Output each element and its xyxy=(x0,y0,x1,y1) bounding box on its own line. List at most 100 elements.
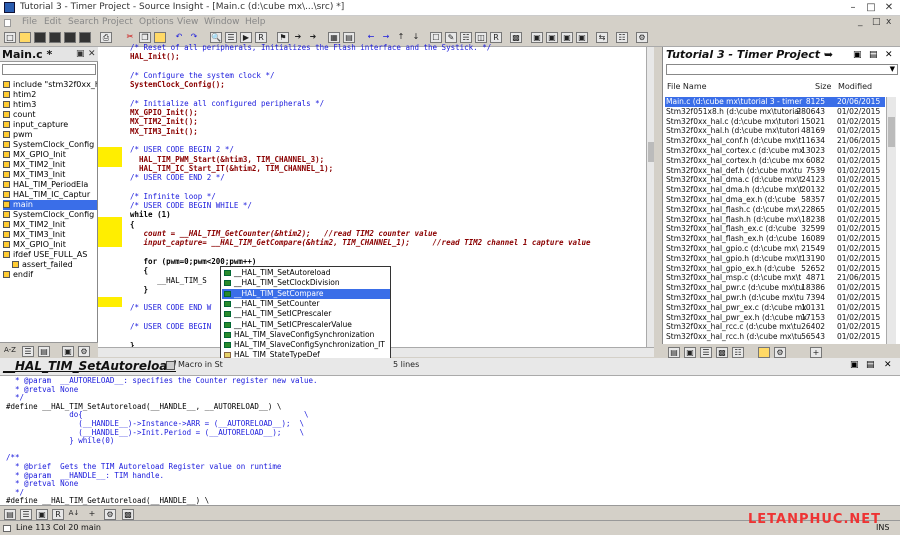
replace-icon[interactable]: R xyxy=(255,32,267,43)
symbol-item[interactable]: HAL_TIM_IC_Captur xyxy=(3,190,97,200)
window-list-icon[interactable]: ▦ xyxy=(328,32,340,43)
symbol-item[interactable]: MX_GPIO_Init xyxy=(3,240,97,250)
symbol-item[interactable]: endif xyxy=(3,270,97,280)
file-row[interactable]: Stm32f0xx_hal_dma_ex.h (d:\cube 58357 01/0… xyxy=(665,195,885,205)
file-row[interactable]: Stm32f0xx_hal_flash_ex.c (d:\cube 32599 01… xyxy=(665,224,885,234)
layout1-icon[interactable]: ▣ xyxy=(531,32,543,43)
save-all-icon[interactable] xyxy=(49,32,61,43)
project-symbols-icon[interactable]: ▣ xyxy=(684,347,696,358)
project-scrollbar[interactable] xyxy=(886,97,896,344)
context-add-icon[interactable]: + xyxy=(86,509,98,520)
forward-icon[interactable]: → xyxy=(380,32,392,43)
menu-search[interactable]: Search xyxy=(68,17,99,27)
autocomplete-item[interactable]: __HAL_TIM_SetCompare xyxy=(222,288,390,299)
context-list-icon[interactable]: ☰ xyxy=(20,509,32,520)
file-row[interactable]: Stm32f0xx_hal_pwr.c (d:\cube mx\tu 18386 0… xyxy=(665,283,885,293)
browse-icon[interactable]: ☐ xyxy=(430,32,442,43)
project-options-icon[interactable]: ⚙ xyxy=(774,347,786,358)
file-row[interactable]: Stm32f0xx_hal_cortex.c (d:\cube mx 13023 0… xyxy=(665,146,885,156)
context-replace-icon[interactable]: R xyxy=(52,509,64,520)
save-copy-icon[interactable] xyxy=(64,32,76,43)
context-pin-icon[interactable]: ▣ xyxy=(850,360,859,370)
menu-options[interactable]: Options xyxy=(139,17,174,27)
menu-help[interactable]: Help xyxy=(245,17,266,27)
symbol-item[interactable]: htim3 xyxy=(3,100,97,110)
context-settings-icon[interactable]: ⚙ xyxy=(104,509,116,520)
jump-back-icon[interactable]: ➔ xyxy=(292,32,304,43)
symbol-item[interactable]: MX_TIM2_Init xyxy=(3,220,97,230)
minimize-button[interactable]: – xyxy=(846,2,860,13)
layout3-icon[interactable]: ▣ xyxy=(561,32,573,43)
menu-project[interactable]: Project xyxy=(102,17,133,27)
symbol-item[interactable]: SystemClock_Config xyxy=(3,210,97,220)
menu-file[interactable]: File xyxy=(22,17,37,27)
redo-icon[interactable]: ↷ xyxy=(188,32,200,43)
group-icon[interactable]: ☰ xyxy=(22,346,34,357)
file-row[interactable]: Stm32f0xx_hal_pwr.h (d:\cube mx\tu 7394 01… xyxy=(665,293,885,303)
lookup-icon[interactable]: ▩ xyxy=(510,32,522,43)
sync-icon[interactable]: ⇆ xyxy=(596,32,608,43)
layout2-icon[interactable]: ▣ xyxy=(546,32,558,43)
filter-icon[interactable]: ▤ xyxy=(38,346,50,357)
print-icon[interactable]: ⎙ xyxy=(100,32,112,43)
file-row[interactable]: Stm32f0xx_hal_gpio_ex.h (d:\cube 52652 01/… xyxy=(665,264,885,274)
scroll-thumb[interactable] xyxy=(648,142,654,162)
autocomplete-item[interactable]: __HAL_TIM_SetICPrescaler xyxy=(222,309,390,319)
symbol-item[interactable]: assert_failed xyxy=(12,260,106,270)
menu-view[interactable]: View xyxy=(177,17,198,27)
symbol-item[interactable]: input_capture xyxy=(3,120,97,130)
file-row[interactable]: Stm32f051x8.h (d:\cube mx\tutorial 280643… xyxy=(665,107,885,117)
down-icon[interactable]: ↓ xyxy=(410,32,422,43)
symbol-filter-input[interactable] xyxy=(2,64,96,75)
save-icon[interactable] xyxy=(34,32,46,43)
project-add-icon[interactable]: + xyxy=(810,347,822,358)
browse-panel-icon[interactable]: ▣ xyxy=(62,346,74,357)
symbol-item[interactable]: MX_GPIO_Init xyxy=(3,150,97,160)
mdi-close-button[interactable]: x xyxy=(886,17,891,27)
autocomplete-item[interactable]: __HAL_TIM_SetAutoreload xyxy=(222,268,390,278)
file-row[interactable]: Stm32f0xx_hal.h (d:\cube mx\tutori 48169 0… xyxy=(665,126,885,136)
menu-window[interactable]: Window xyxy=(204,17,240,27)
mdi-restore-button[interactable]: □ xyxy=(872,17,881,27)
options-icon[interactable]: ⚙ xyxy=(636,32,648,43)
symbol-item[interactable]: include "stm32f0xx_h xyxy=(3,80,97,90)
file-row[interactable]: Stm32f0xx_hal_msp.c (d:\cube mx\t 4871 21/… xyxy=(665,273,885,283)
file-row[interactable]: Stm32f0xx_hal_def.h (d:\cube mx\tu 7539 01… xyxy=(665,166,885,176)
project-sort-icon[interactable]: ☰ xyxy=(700,347,712,358)
context-font-icon[interactable]: A↓ xyxy=(68,509,80,520)
symbol-item[interactable]: htim2 xyxy=(3,90,97,100)
col-file-name[interactable]: File Name xyxy=(667,82,707,91)
panel-close-icon[interactable]: ✕ xyxy=(885,50,893,60)
file-row[interactable]: Stm32f0xx_hal_conf.h (d:\cube mx\t 11634 2… xyxy=(665,136,885,146)
open-folder-icon[interactable] xyxy=(758,347,770,358)
autocomplete-item[interactable]: HAL_TIM_SlaveConfigSynchronization xyxy=(222,330,390,340)
panel-options-icon[interactable]: ⚙ xyxy=(78,346,90,357)
file-row[interactable]: Stm32f0xx_hal_dma.c (d:\cube mx\t 24123 01… xyxy=(665,175,885,185)
file-row[interactable]: Stm32f0xx_hal_flash.c (d:\cube mx\ 22865 0… xyxy=(665,205,885,215)
context-icon[interactable]: ◫ xyxy=(475,32,487,43)
project-recent-icon[interactable]: ☷ xyxy=(732,347,744,358)
symbol-item[interactable]: ifdef USE_FULL_AS xyxy=(3,250,97,260)
project-window-icon[interactable]: ☷ xyxy=(616,32,628,43)
symbol-item[interactable]: MX_TIM3_Init xyxy=(3,170,97,180)
file-list-icon[interactable]: ▤ xyxy=(343,32,355,43)
col-size[interactable]: Size xyxy=(815,82,831,91)
file-row[interactable]: Main.c (d:\cube mx\tutorial 3 - timer 812… xyxy=(665,97,885,107)
context-lock-icon[interactable] xyxy=(166,361,175,370)
up-icon[interactable]: ↑ xyxy=(395,32,407,43)
undo-icon[interactable]: ↶ xyxy=(173,32,185,43)
symbol-item[interactable]: count xyxy=(3,110,97,120)
jump-forward-icon[interactable]: ➜ xyxy=(307,32,319,43)
layout4-icon[interactable]: ▣ xyxy=(576,32,588,43)
menu-edit[interactable]: Edit xyxy=(44,17,61,27)
cut-icon[interactable]: ✂ xyxy=(124,32,136,43)
autocomplete-item[interactable]: __HAL_TIM_SetClockDivision xyxy=(222,278,390,288)
find-files-icon[interactable]: ☰ xyxy=(225,32,237,43)
mdi-minimize-button[interactable]: _ xyxy=(858,17,863,27)
symbol-item[interactable]: MX_TIM3_Init xyxy=(3,230,97,240)
maximize-button[interactable]: □ xyxy=(864,2,878,13)
symbol-item[interactable]: SystemClock_Config xyxy=(3,140,97,150)
file-row[interactable]: Stm32f0xx_hal_pwr_ex.h (d:\cube mx 17153 0… xyxy=(665,313,885,323)
file-row[interactable]: Stm32f0xx_hal_flash.h (d:\cube mx\ 18238 0… xyxy=(665,215,885,225)
close-button[interactable]: ✕ xyxy=(882,2,896,13)
